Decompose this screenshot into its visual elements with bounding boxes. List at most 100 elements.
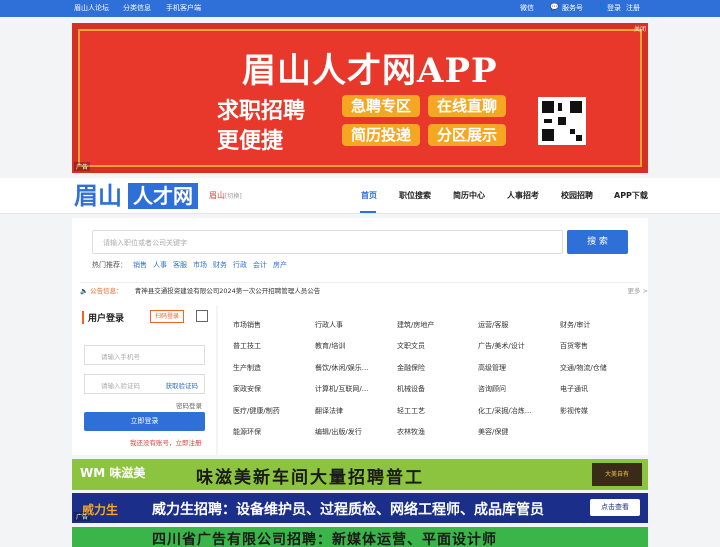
banner-pill-resume: 简历投递 [342, 124, 420, 146]
category-link[interactable]: 百货零售 [560, 341, 588, 351]
ad3-text: 四川省广告有限公司招聘：新媒体运营、平面设计师 [152, 532, 497, 547]
top-bar: 眉山人论坛 分类信息 手机客户端 微信 💬 服务号 👤 登录 注册 [0, 0, 720, 17]
category-link[interactable]: 家政安保 [233, 384, 261, 394]
nav-personnel-exam[interactable]: 人事招考 [507, 190, 539, 201]
category-link[interactable]: 广告/美术/设计 [478, 341, 525, 351]
category-link[interactable]: 咨询顾问 [478, 384, 506, 394]
login-title: 用户登录 [82, 311, 124, 324]
weizimei-logo-text: 味滋美 [109, 466, 146, 480]
category-link[interactable]: 轻工工艺 [397, 406, 425, 416]
ad2-view-button[interactable]: 点击查看 [590, 499, 640, 516]
job-categories: 市场销售 行政人事 建筑/房地产 运营/客服 财务/审计 普工技工 教育/培训 … [218, 303, 648, 455]
topbar-register-link[interactable]: 注册 [626, 3, 640, 13]
category-link[interactable]: 医疗/健康/制药 [233, 406, 280, 416]
category-link[interactable]: 高级管理 [478, 363, 506, 373]
search-input[interactable]: 请输入职位或者公司关键字 [92, 230, 563, 254]
category-link[interactable]: 普工技工 [233, 341, 261, 351]
nav-home[interactable]: 首页 [361, 190, 377, 201]
banner-pill-zones: 分区展示 [428, 124, 506, 146]
speaker-icon: 🔈 [80, 287, 89, 295]
notice-link[interactable]: 青神县交通投资建设有限公司2024第一次公开招聘管理人员公告 [135, 287, 321, 295]
nav-app-download[interactable]: APP下载 [614, 190, 648, 201]
category-link[interactable]: 编辑/出版/发行 [315, 427, 362, 437]
category-link[interactable]: 文职文员 [397, 341, 425, 351]
notice-label: 公告信息： [90, 287, 123, 295]
search-panel: 请输入职位或者公司关键字 搜 索 热门推荐： 销售 人事 客服 市场 财务 行政 会计 房产 🔈… [72, 218, 648, 306]
banner-title: 眉山人才网APP [242, 51, 498, 91]
login-panel: 用户登录 扫码登录 请输入手机号 请输入验证码 获取验证码 密码登录 立即登录 … [72, 303, 216, 455]
nav-active-indicator [360, 211, 376, 213]
hot-keyword[interactable]: 财务 [213, 261, 227, 269]
category-link[interactable]: 交通/物流/仓储 [560, 363, 607, 373]
hot-keyword[interactable]: 人事 [153, 261, 167, 269]
banner-pill-urgent: 急聘专区 [342, 95, 420, 117]
hot-keyword[interactable]: 会计 [253, 261, 267, 269]
banner-slogan-line2: 更便捷 [217, 128, 284, 154]
get-code-button[interactable]: 获取验证码 [166, 380, 199, 390]
hot-keyword[interactable]: 市场 [193, 261, 207, 269]
banner-pill-chat: 在线直聊 [428, 95, 506, 117]
ad1-text: 味滋美新车间大量招聘普工 [196, 468, 424, 488]
hot-keyword[interactable]: 销售 [133, 261, 147, 269]
password-login-link[interactable]: 密码登录 [176, 400, 202, 410]
phone-field[interactable]: 请输入手机号 [84, 345, 205, 365]
city-switch-link[interactable]: [切换] [225, 193, 242, 200]
search-button[interactable]: 搜 索 [567, 230, 628, 254]
ad-banner-weizimei[interactable]: WM 味滋美 味滋美新车间大量招聘普工 大美自有 [72, 459, 648, 490]
notice-bar: 🔈 公告信息： 青神县交通投资建设有限公司2024第一次公开招聘管理人员公告 更… [80, 282, 648, 295]
ad1-badge: 大美自有 [592, 463, 642, 486]
ad-banner-third[interactable]: 四川省广告有限公司招聘：新媒体运营、平面设计师 [72, 527, 648, 547]
city-switcher[interactable]: 眉山[切换] [209, 190, 242, 201]
category-link[interactable]: 能源环保 [233, 427, 261, 437]
logo-text-city[interactable]: 眉山 [74, 182, 122, 210]
qr-login-icon[interactable] [196, 310, 208, 322]
category-link[interactable]: 餐饮/休闲/娱乐... [315, 363, 368, 373]
topbar-link-forum[interactable]: 眉山人论坛 [74, 3, 109, 13]
login-submit-button[interactable]: 立即登录 [84, 412, 205, 431]
category-link[interactable]: 机械设备 [397, 384, 425, 394]
category-link[interactable]: 金融保险 [397, 363, 425, 373]
city-name: 眉山 [209, 191, 225, 200]
close-ad-button[interactable]: 关闭 [634, 24, 646, 33]
user-icon: 👤 [598, 3, 607, 11]
phone-placeholder: 请输入手机号 [101, 353, 140, 361]
category-link[interactable]: 财务/审计 [560, 320, 590, 330]
scan-login-button[interactable]: 扫码登录 [150, 310, 184, 323]
code-field[interactable]: 请输入验证码 获取验证码 [84, 374, 205, 394]
hot-keywords: 热门推荐： 销售 人事 客服 市场 财务 行政 会计 房产 [92, 260, 287, 270]
category-link[interactable]: 美容/保健 [478, 427, 508, 437]
ad-banner-weilisheng[interactable]: 威力生 威力生招聘：设备维护员、过程质检、网络工程师、成品库管员 点击查看 广告 [72, 493, 648, 523]
category-link[interactable]: 行政人事 [315, 320, 343, 330]
category-link[interactable]: 教育/培训 [315, 341, 345, 351]
hot-keyword[interactable]: 客服 [173, 261, 187, 269]
ad2-text: 威力生招聘：设备维护员、过程质检、网络工程师、成品库管员 [152, 502, 544, 518]
category-link[interactable]: 运营/客服 [478, 320, 508, 330]
notice-more-link[interactable]: 更多 > [627, 285, 648, 295]
topbar-login-link[interactable]: 登录 [607, 3, 621, 13]
hot-label: 热门推荐： [92, 261, 127, 269]
category-link[interactable]: 化工/采掘/冶炼... [478, 406, 531, 416]
category-link[interactable]: 影视传媒 [560, 406, 588, 416]
hot-keyword[interactable]: 行政 [233, 261, 247, 269]
topbar-link-mobile[interactable]: 手机客户端 [166, 3, 201, 13]
category-link[interactable]: 建筑/房地产 [397, 320, 434, 330]
app-banner-ad[interactable]: 眉山人才网APP 求职招聘 更便捷 急聘专区 在线直聊 简历投递 分区展示 广告… [72, 23, 648, 173]
logo-text-brand[interactable]: 人才网 [128, 183, 198, 209]
category-link[interactable]: 生产制造 [233, 363, 261, 373]
nav-campus[interactable]: 校园招聘 [561, 190, 593, 201]
wechat-service-icon: 💬 [550, 3, 559, 11]
category-link[interactable]: 电子通讯 [560, 384, 588, 394]
category-link[interactable]: 计算机/互联网/... [315, 384, 368, 394]
category-link[interactable]: 市场销售 [233, 320, 261, 330]
topbar-link-service[interactable]: 服务号 [562, 3, 583, 13]
nav-job-search[interactable]: 职位搜索 [399, 190, 431, 201]
ad-tag: 广告 [74, 512, 91, 521]
category-link[interactable]: 农林牧渔 [397, 427, 425, 437]
hot-keyword[interactable]: 房产 [273, 261, 287, 269]
topbar-link-classifieds[interactable]: 分类信息 [123, 3, 151, 13]
code-placeholder: 请输入验证码 [101, 382, 140, 390]
register-link[interactable]: 我还没有账号，立即注册 [130, 437, 202, 447]
category-link[interactable]: 翻译法律 [315, 406, 343, 416]
topbar-link-wechat[interactable]: 微信 [520, 3, 534, 13]
nav-resume-center[interactable]: 简历中心 [453, 190, 485, 201]
